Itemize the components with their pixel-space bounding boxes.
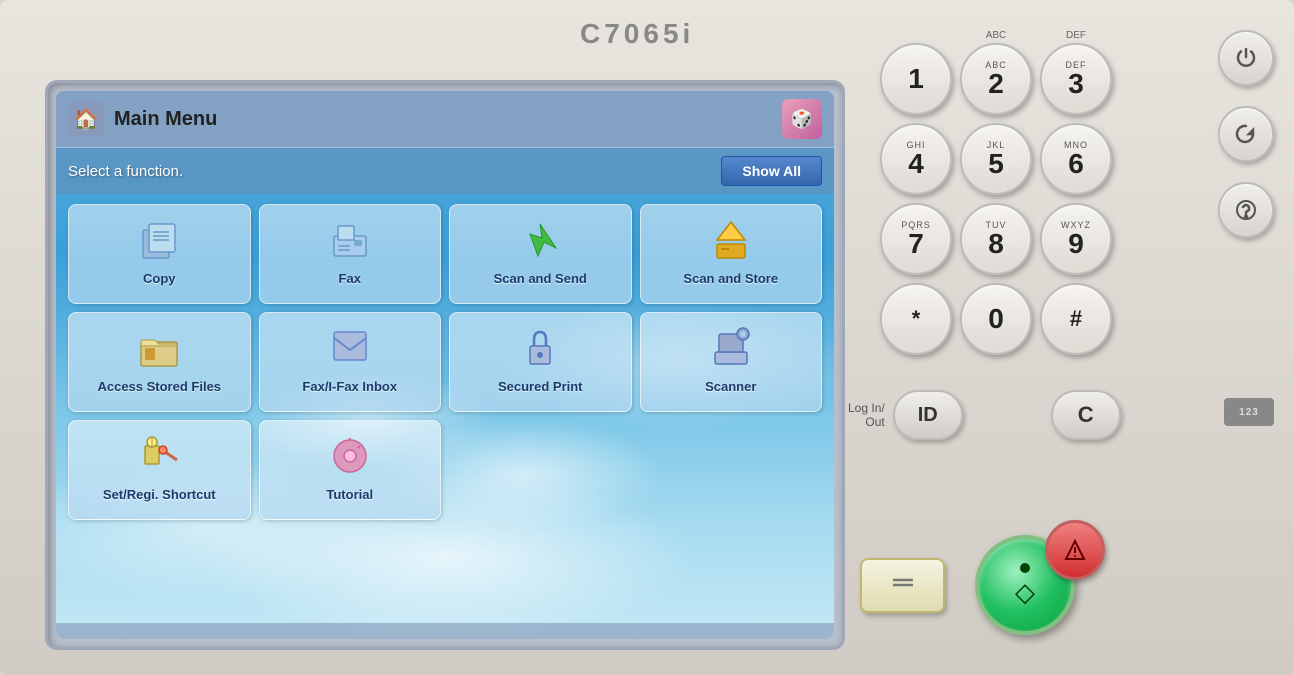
setregi-icon [134,431,184,481]
scan-send-button[interactable]: Scan and Send [449,204,632,304]
key-9[interactable]: WXYZ 9 [1040,203,1112,275]
secured-print-icon [515,323,565,373]
secured-print-button[interactable]: Secured Print [449,312,632,412]
key-4[interactable]: GHI 4 [880,123,952,195]
c-label: C [1078,402,1094,428]
access-stored-button[interactable]: Access Stored Files [68,312,251,412]
tutorial-button[interactable]: Tutorial [259,420,442,520]
key-6[interactable]: MNO 6 [1040,123,1112,195]
copy-button[interactable]: Copy [68,204,251,304]
key-9-number: 9 [1068,230,1084,258]
reset-button[interactable] [1218,106,1274,162]
key-4-number: 4 [908,150,924,178]
stop-button-container [1045,520,1105,580]
start-dot [1020,563,1030,573]
screen-subheader: Select a function. Show All [56,148,834,194]
scanner-icon [706,323,756,373]
screen: 🏠 Main Menu 🎲 Select a function. Show Al… [56,91,834,639]
fax-label: Fax [339,271,361,288]
key-star-symbol: * [912,306,921,332]
screen-container: 🏠 Main Menu 🎲 Select a function. Show Al… [45,80,845,650]
setregi-button[interactable]: Set/Regi. Shortcut [68,420,251,520]
key-1-number: 1 [908,65,924,93]
label-def: DEF [1040,30,1112,41]
key-star[interactable]: * [880,283,952,355]
stop-button[interactable] [1045,520,1105,580]
label-abc: ABC [960,30,1032,41]
screen-bottom [56,623,834,639]
key-0-number: 0 [988,305,1004,333]
model-name: C7065i [580,18,694,50]
key-7[interactable]: PQRS 7 [880,203,952,275]
home-icon[interactable]: 🏠 [68,101,104,137]
num-indicator: 123 [1224,398,1274,426]
login-area: Log In/Out ID C [848,390,1121,440]
id-label: ID [918,404,938,427]
key-8[interactable]: TUV 8 [960,203,1032,275]
key-5[interactable]: JKL 5 [960,123,1032,195]
power-button[interactable] [1218,30,1274,86]
scan-store-button[interactable]: Scan and Store [640,204,823,304]
tutorial-icon [325,431,375,481]
key-5-number: 5 [988,150,1004,178]
label-empty [880,30,952,41]
key-8-number: 8 [988,230,1004,258]
fax-icon [325,215,375,265]
copy-label: Copy [143,271,176,288]
interrupt-button[interactable] [1218,182,1274,238]
show-all-button[interactable]: Show All [721,156,822,186]
key-1[interactable]: 1 [880,43,952,115]
header-left: 🏠 Main Menu [68,101,217,137]
access-stored-label: Access Stored Files [97,379,221,396]
screen-header: 🏠 Main Menu 🎲 [56,91,834,148]
c-button[interactable]: C [1051,390,1121,440]
key-hash[interactable]: # [1040,283,1112,355]
machine-body: C7065i 🏠 Main Menu 🎲 Select a function. … [0,0,1294,675]
key-2-number: 2 [988,70,1004,98]
key-hash-symbol: # [1070,306,1082,332]
secured-print-label: Secured Print [498,379,583,396]
function-grid: Copy Fax [56,194,834,530]
fax-inbox-icon [325,323,375,373]
start-symbol: ◇ [1015,577,1035,608]
copy-icon [134,215,184,265]
key-3-number: 3 [1068,70,1084,98]
keypad-area: ABC DEF 1 ABC 2 DEF 3 GHI 4 JKL 5 [870,30,1190,355]
key-2[interactable]: ABC 2 [960,43,1032,115]
key-6-number: 6 [1068,150,1084,178]
scan-store-label: Scan and Store [683,271,778,288]
right-special-column [1218,30,1274,238]
main-menu-title: Main Menu [114,108,217,131]
scanner-button[interactable]: Scanner [640,312,823,412]
key-7-number: 7 [908,230,924,258]
start-button-container: ◇ [975,535,1075,635]
keypad-grid: 1 ABC 2 DEF 3 GHI 4 JKL 5 MNO 6 [880,43,1190,355]
scanner-label: Scanner [705,379,756,396]
key-3[interactable]: DEF 3 [1040,43,1112,115]
3d-icon[interactable]: 🎲 [782,99,822,139]
setregi-label: Set/Regi. Shortcut [103,487,216,504]
fax-inbox-button[interactable]: Fax/I-Fax Inbox [259,312,442,412]
fax-button[interactable]: Fax [259,204,442,304]
clear-button[interactable] [860,558,945,613]
bottom-buttons: ◇ [860,535,1075,635]
key-0[interactable]: 0 [960,283,1032,355]
login-label: Log In/Out [848,401,885,430]
fax-inbox-label: Fax/I-Fax Inbox [302,379,397,396]
scan-store-icon [706,215,756,265]
scan-send-label: Scan and Send [494,271,587,288]
id-button[interactable]: ID [893,390,963,440]
tutorial-label: Tutorial [326,487,373,504]
select-function-text: Select a function. [68,163,183,180]
access-stored-icon [134,323,184,373]
scan-send-icon [515,215,565,265]
